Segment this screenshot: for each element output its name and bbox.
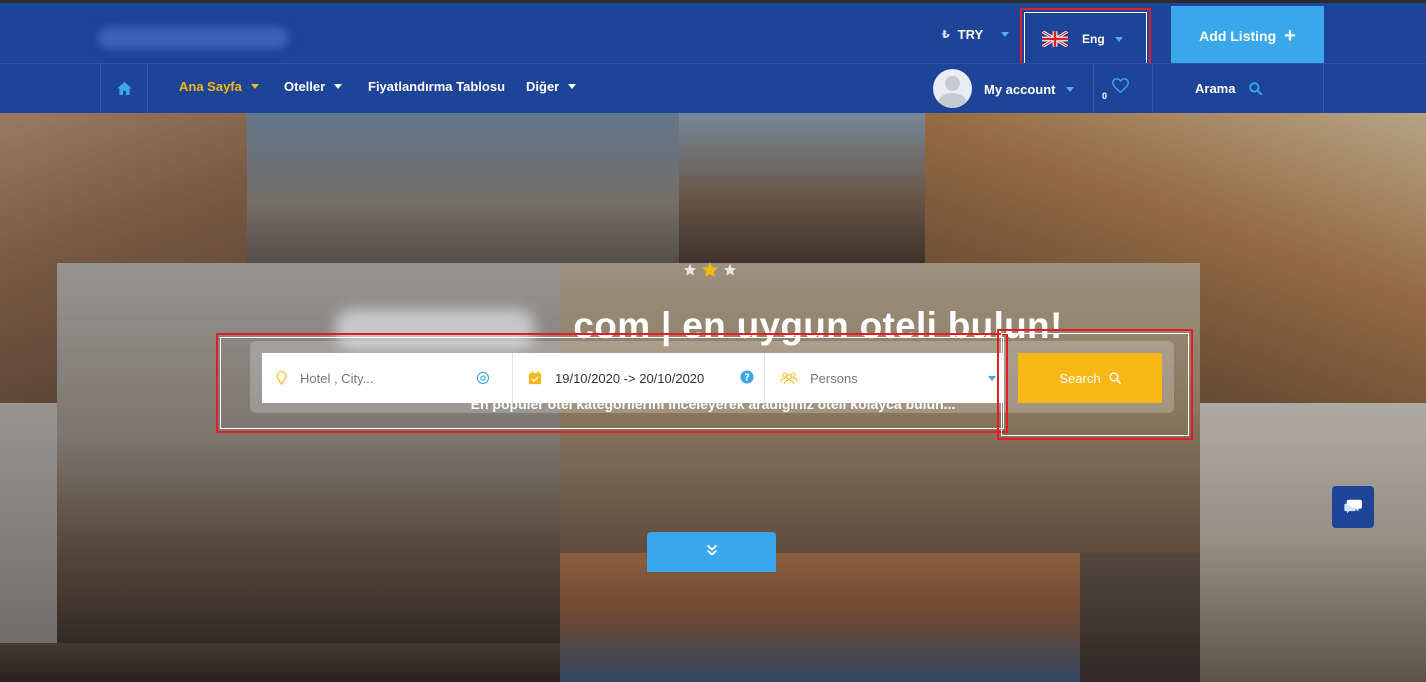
- top-bar: ₺ TRY Eng Add Listing +: [0, 0, 1426, 70]
- currency-selector[interactable]: ₺ TRY: [942, 27, 1010, 42]
- my-account-label: My account: [984, 82, 1056, 97]
- wishlist-count: 0: [1102, 91, 1108, 101]
- currency-symbol: ₺: [942, 29, 950, 41]
- search-icon: [1249, 82, 1263, 95]
- star-icon: [702, 262, 718, 277]
- nav-divider: [1152, 64, 1153, 113]
- add-listing-button[interactable]: Add Listing +: [1171, 6, 1324, 65]
- plus-icon: +: [1284, 24, 1296, 47]
- nav-item-diger[interactable]: Diğer: [526, 79, 577, 94]
- chevron-down-icon: [250, 84, 259, 89]
- highlight-box-search-button: [997, 329, 1193, 440]
- nav-item-label: Fiyatlandırma Tablosu: [368, 79, 506, 94]
- heart-icon: [1112, 78, 1129, 93]
- home-icon: [116, 82, 132, 95]
- wishlist-button[interactable]: 0: [1094, 64, 1152, 113]
- nav-item-ana-sayfa[interactable]: Ana Sayfa: [179, 79, 259, 94]
- chevron-down-icon: [1065, 87, 1074, 92]
- main-nav: Ana Sayfa Oteller Fiyatlandırma Tablosu …: [0, 63, 1426, 113]
- language-label: Eng: [1082, 32, 1105, 46]
- nav-item-label: Diğer: [526, 79, 560, 94]
- nav-divider: [1323, 64, 1324, 113]
- avatar[interactable]: [933, 69, 972, 108]
- avatar-head: [945, 76, 960, 91]
- highlight-box-search-fields: [216, 333, 1008, 433]
- nav-item-label: Ana Sayfa: [179, 79, 242, 94]
- chat-button[interactable]: [1332, 486, 1374, 528]
- star-icon: [723, 263, 737, 276]
- my-account-menu[interactable]: My account: [984, 82, 1074, 97]
- nav-item-label: Oteller: [284, 79, 326, 94]
- chevron-down-icon: [1001, 32, 1010, 37]
- chevron-down-icon: [568, 84, 577, 89]
- currency-label: TRY: [957, 27, 984, 42]
- star-icon: [683, 263, 697, 276]
- highlight-inner-border: [1001, 333, 1189, 436]
- uk-flag-icon: [1042, 31, 1068, 47]
- chevron-down-icon: [1114, 36, 1123, 42]
- highlight-inner-border: [220, 337, 1004, 429]
- scroll-down-button[interactable]: [647, 532, 776, 572]
- rating-stars: [683, 262, 737, 279]
- search-toggle-label: Arama: [1195, 81, 1236, 96]
- home-button[interactable]: [101, 64, 147, 113]
- avatar-shoulders: [938, 93, 967, 108]
- nav-item-oteller[interactable]: Oteller: [284, 79, 343, 94]
- nav-item-fiyatlandirma[interactable]: Fiyatlandırma Tablosu: [368, 79, 505, 94]
- chevron-double-down-icon: [706, 544, 717, 556]
- search-toggle[interactable]: Arama: [1195, 81, 1263, 96]
- nav-divider: [147, 64, 148, 113]
- add-listing-label: Add Listing: [1199, 27, 1277, 44]
- chat-icon: [1343, 499, 1362, 516]
- language-selector[interactable]: Eng: [1020, 8, 1151, 70]
- site-logo[interactable]: [98, 27, 288, 49]
- chevron-down-icon: [334, 84, 343, 89]
